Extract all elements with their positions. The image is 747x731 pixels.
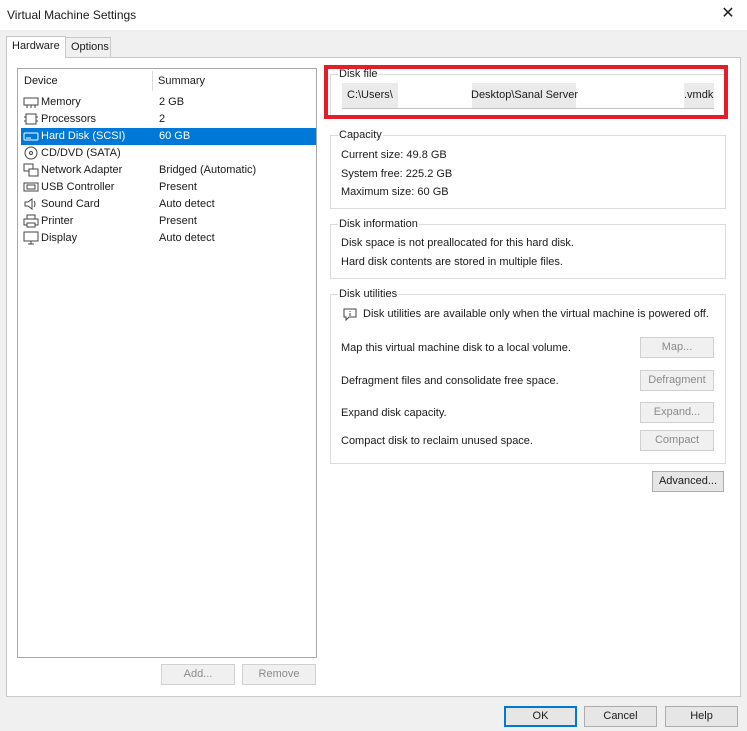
capacity-label: Capacity	[338, 129, 383, 141]
column-divider	[152, 71, 153, 91]
column-header-device[interactable]: Device	[24, 75, 58, 87]
device-summary: Present	[159, 181, 197, 193]
utilities-notice: Disk utilities are available only when t…	[363, 308, 709, 320]
device-row-printer[interactable]: Printer Present	[21, 213, 316, 230]
device-summary: 60 GB	[159, 130, 191, 142]
device-name: Network Adapter	[41, 164, 123, 176]
system-free: System free: 225.2 GB	[341, 168, 453, 180]
sound-card-icon	[24, 198, 36, 210]
device-summary: Auto detect	[159, 232, 215, 244]
device-summary: Present	[159, 215, 197, 227]
device-summary: Bridged (Automatic)	[159, 164, 257, 176]
disk-utilities-label: Disk utilities	[338, 288, 399, 300]
network-adapter-icon	[23, 163, 39, 177]
remove-button[interactable]: Remove	[242, 664, 316, 685]
device-summary: Auto detect	[159, 198, 215, 210]
info-message-icon	[343, 308, 357, 321]
tab-hardware[interactable]: Hardware	[6, 36, 66, 58]
compact-description: Compact disk to reclaim unused space.	[341, 435, 533, 447]
ok-button[interactable]: OK	[504, 706, 577, 727]
device-summary: 2	[159, 113, 166, 125]
close-icon[interactable]: ✕	[715, 3, 741, 25]
device-list: Device Summary Memory 2 GB Processors 2 …	[17, 68, 317, 658]
device-row-hard-disk[interactable]: Hard Disk (SCSI) 60 GB	[21, 128, 316, 145]
expand-button[interactable]: Expand...	[640, 402, 714, 423]
device-name: Memory	[41, 96, 81, 108]
device-name: Hard Disk (SCSI)	[41, 130, 126, 142]
defragment-description: Defragment files and consolidate free sp…	[341, 375, 559, 387]
device-name: Sound Card	[41, 198, 100, 210]
disk-info-line: Disk space is not preallocated for this …	[341, 237, 574, 249]
disk-information-group: Disk information Disk space is not preal…	[330, 218, 726, 279]
expand-description: Expand disk capacity.	[341, 407, 447, 419]
device-row-sound-card[interactable]: Sound Card Auto detect	[21, 196, 316, 213]
device-row-processors[interactable]: Processors 2	[21, 111, 316, 128]
device-name: Display	[41, 232, 78, 244]
memory-icon	[23, 97, 39, 108]
device-row-usb-controller[interactable]: USB Controller Present	[21, 179, 316, 196]
cancel-button[interactable]: Cancel	[584, 706, 657, 727]
device-row-cd-dvd[interactable]: CD/DVD (SATA)	[21, 145, 316, 162]
device-list-header: Device Summary	[18, 71, 316, 91]
help-button[interactable]: Help	[665, 706, 738, 727]
map-description: Map this virtual machine disk to a local…	[341, 342, 571, 354]
device-name: Printer	[41, 215, 74, 227]
capacity-group: Capacity Current size: 49.8 GB System fr…	[330, 129, 726, 209]
processor-icon	[24, 113, 38, 125]
tab-options[interactable]: Options	[65, 37, 111, 58]
window-title: Virtual Machine Settings	[7, 8, 137, 22]
defragment-button[interactable]: Defragment	[640, 370, 714, 391]
add-button[interactable]: Add...	[161, 664, 235, 685]
device-row-memory[interactable]: Memory 2 GB	[21, 94, 316, 111]
device-name: CD/DVD (SATA)	[41, 147, 121, 159]
advanced-button[interactable]: Advanced...	[652, 471, 724, 492]
maximum-size: Maximum size: 60 GB	[341, 186, 449, 198]
device-row-network-adapter[interactable]: Network Adapter Bridged (Automatic)	[21, 162, 316, 179]
map-button[interactable]: Map...	[640, 337, 714, 358]
printer-icon	[23, 214, 39, 228]
disk-info-line: Hard disk contents are stored in multipl…	[341, 256, 563, 268]
compact-button[interactable]: Compact	[640, 430, 714, 451]
device-name: Processors	[41, 113, 97, 125]
display-icon	[23, 231, 39, 245]
column-header-summary[interactable]: Summary	[158, 75, 205, 87]
hard-disk-icon	[23, 132, 39, 141]
disk-information-label: Disk information	[338, 218, 419, 230]
red-highlight-box	[324, 65, 728, 119]
device-row-display[interactable]: Display Auto detect	[21, 230, 316, 247]
cd-dvd-icon	[24, 146, 38, 160]
device-summary: 2 GB	[159, 96, 185, 108]
title-bar: Virtual Machine Settings ✕	[0, 0, 747, 30]
current-size: Current size: 49.8 GB	[341, 149, 447, 161]
usb-controller-icon	[23, 182, 39, 192]
device-name: USB Controller	[41, 181, 115, 193]
